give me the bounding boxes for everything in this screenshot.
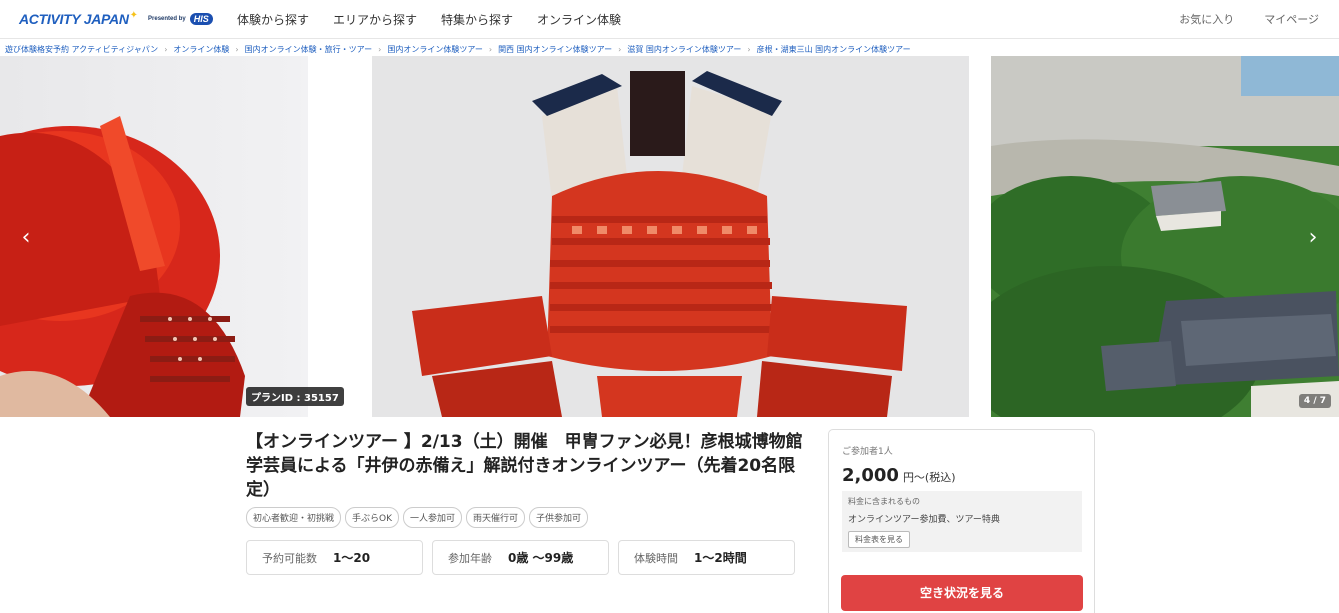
tag-badge: 子供参加可 [529, 507, 589, 528]
plan-id-badge: プランID : 35157 [246, 387, 344, 406]
breadcrumb-item[interactable]: 遊び体験格安予約 アクティビティジャパン [5, 44, 158, 55]
breadcrumb-item[interactable]: 国内オンライン体験・旅行・ツアー [245, 44, 373, 55]
duration-info: 体験時間 1〜2時間 [618, 540, 795, 575]
breadcrumb-separator-icon: › [235, 44, 239, 54]
logo[interactable]: ACTIVITY JAPAN ✦ Presented by HIS [19, 8, 213, 30]
photo-gallery: ‹ › プランID : 35157 4 / 7 [0, 56, 1339, 417]
breadcrumb-separator-icon: › [747, 44, 751, 54]
breadcrumb: 遊び体験格安予約 アクティビティジャパン › オンライン体験 › 国内オンライン体験… [5, 43, 911, 55]
header-user-links: お気に入り マイページ [1149, 11, 1319, 27]
capacity-info: 予約可能数 1〜20 [246, 540, 423, 575]
armor-photo [372, 56, 969, 417]
gallery-prev-button[interactable]: ‹ [14, 226, 38, 250]
nav-area[interactable]: エリアから探す [333, 11, 417, 28]
site-header: ACTIVITY JAPAN ✦ Presented by HIS 体験から探す… [0, 0, 1339, 39]
tag-badge: 手ぶらOK [345, 507, 400, 528]
helmet-photo [0, 56, 372, 417]
nav-online[interactable]: オンライン体験 [537, 11, 621, 28]
plan-info: 予約可能数 1〜20 参加年齢 0歳 〜99歳 体験時間 1〜2時間 [246, 540, 804, 575]
info-value: 1〜2時間 [694, 551, 747, 565]
presented-by-label: Presented by [148, 16, 186, 22]
castle-aerial-photo [991, 56, 1339, 417]
included-items: オンラインツアー参加費、ツアー特典 [848, 515, 1000, 525]
info-label: 体験時間 [634, 551, 678, 565]
castle-illustration [991, 56, 1339, 417]
chevron-left-icon: ‹ [21, 225, 31, 250]
breadcrumb-separator-icon: › [164, 44, 168, 54]
breadcrumb-item[interactable]: 国内オンライン体験ツアー [387, 44, 483, 55]
logo-text: ACTIVITY JAPAN [19, 11, 129, 27]
breadcrumb-separator-icon: › [378, 44, 382, 54]
price: 2,000 円〜(税込) [842, 465, 956, 486]
nav-experience[interactable]: 体験から探す [237, 11, 309, 28]
tag-badge: 雨天催行可 [466, 507, 526, 528]
breadcrumb-separator-icon: › [488, 44, 493, 54]
breadcrumb-item[interactable]: オンライン体験 [173, 44, 229, 55]
included-box: 料金に含まれるもの オンラインツアー参加費、ツアー特典 料金表を見る [842, 491, 1082, 552]
gallery-counter: 4 / 7 [1298, 394, 1331, 408]
main-nav: 体験から探す エリアから探す 特集から探す オンライン体験 [237, 11, 645, 28]
nav-feature[interactable]: 特集から探す [441, 11, 513, 28]
breadcrumb-item[interactable]: 関西 国内オンライン体験ツアー [498, 44, 612, 55]
tag-badge: 初心者歓迎・初挑戦 [246, 507, 342, 528]
feature-tags: 初心者歓迎・初挑戦 手ぶらOK 一人参加可 雨天催行可 子供参加可 [246, 507, 592, 528]
page-title: 【オンラインツアー 】2/13（土）開催 甲冑ファン必見！彦根城博物館学芸員によ… [246, 432, 803, 500]
info-value: 0歳 〜99歳 [508, 551, 574, 565]
mypage-link[interactable]: マイページ [1264, 11, 1319, 27]
armor-illustration [372, 56, 969, 417]
gallery-next-button[interactable]: › [1301, 226, 1325, 250]
included-caption: 料金に含まれるもの [848, 497, 920, 506]
photo-divider [969, 56, 991, 417]
favorites-link[interactable]: お気に入り [1179, 11, 1234, 27]
breadcrumb-separator-icon: › [618, 44, 622, 54]
breadcrumb-item[interactable]: 滋賀 国内オンライン体験ツアー [627, 44, 741, 55]
age-info: 参加年齢 0歳 〜99歳 [432, 540, 609, 575]
partner-logo: HIS [189, 13, 213, 25]
chevron-right-icon: › [1308, 225, 1318, 250]
info-value: 1〜20 [333, 551, 371, 565]
participant-count: ご参加者1人 [842, 447, 893, 457]
price-value: 2,000 [842, 465, 899, 486]
price-card: ご参加者1人 2,000 円〜(税込) 料金に含まれるもの オンラインツアー参加費… [828, 429, 1095, 613]
price-suffix: 円〜(税込) [902, 471, 956, 484]
check-availability-button[interactable]: 空き状況を見る [841, 575, 1083, 611]
sparkle-icon: ✦ [129, 9, 139, 21]
info-label: 予約可能数 [262, 551, 317, 565]
info-label: 参加年齢 [448, 551, 492, 565]
fee-table-button[interactable]: 料金表を見る [848, 531, 910, 548]
photo-divider [308, 56, 372, 417]
breadcrumb-item[interactable]: 彦根・湖東三山 国内オンライン体験ツアー [757, 44, 911, 55]
tag-badge: 一人参加可 [403, 507, 463, 528]
